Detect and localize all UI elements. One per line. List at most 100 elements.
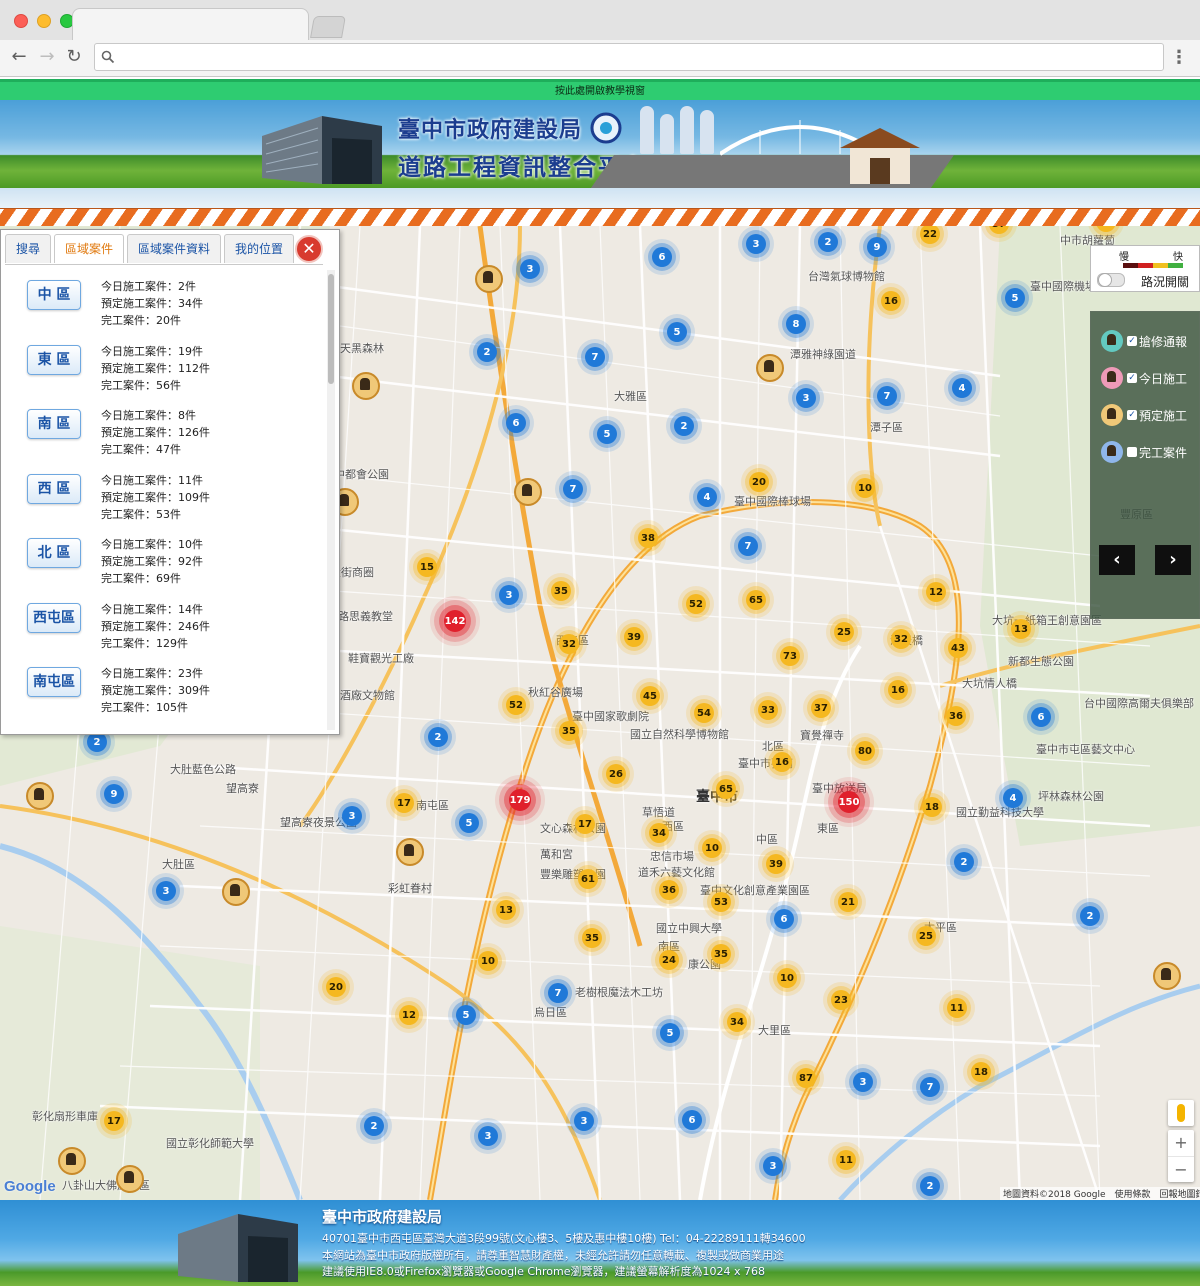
cluster-count[interactable]: 15 <box>417 557 437 577</box>
cluster-count[interactable]: 8 <box>786 314 806 334</box>
cluster-count[interactable]: 17 <box>394 793 414 813</box>
cluster-count[interactable]: 52 <box>686 594 706 614</box>
cluster-count[interactable]: 21 <box>838 892 858 912</box>
cluster-count[interactable]: 87 <box>796 1068 816 1088</box>
cluster-count[interactable]: 7 <box>877 386 897 406</box>
cluster-count[interactable]: 2 <box>818 232 838 252</box>
cluster-count[interactable]: 5 <box>456 1005 476 1025</box>
cluster-count[interactable]: 10 <box>855 478 875 498</box>
cluster-count[interactable]: 9 <box>104 784 124 804</box>
cluster-count[interactable]: 142 <box>444 610 466 632</box>
cluster-count[interactable]: 5 <box>667 322 687 342</box>
cluster-count[interactable]: 13 <box>1011 619 1031 639</box>
cluster-count[interactable]: 45 <box>640 686 660 706</box>
cluster-count[interactable]: 12 <box>399 1005 419 1025</box>
tab-district-case-data[interactable]: 區域案件資料 <box>127 234 222 263</box>
cluster-count[interactable]: 4 <box>1003 788 1023 808</box>
minimize-window-button[interactable] <box>37 14 51 28</box>
cluster-count[interactable]: 6 <box>506 413 526 433</box>
browser-tab[interactable] <box>72 8 309 41</box>
cluster-count[interactable]: 5 <box>597 424 617 444</box>
construction-marker-icon[interactable] <box>396 838 424 866</box>
cluster-count[interactable]: 36 <box>659 880 679 900</box>
cluster-count[interactable]: 65 <box>716 779 736 799</box>
cluster-count[interactable]: 11 <box>947 998 967 1018</box>
layer-checkbox[interactable]: ✓ <box>1127 336 1137 346</box>
cluster-count[interactable]: 7 <box>548 983 568 1003</box>
cluster-count[interactable]: 18 <box>971 1062 991 1082</box>
cluster-count[interactable]: 32 <box>559 634 579 654</box>
cluster-count[interactable]: 16 <box>772 752 792 772</box>
cluster-count[interactable]: 34 <box>727 1012 747 1032</box>
cluster-count[interactable]: 54 <box>694 703 714 723</box>
cluster-count[interactable]: 6 <box>774 909 794 929</box>
zoom-in-button[interactable]: + <box>1168 1130 1194 1157</box>
cluster-count[interactable]: 26 <box>606 764 626 784</box>
cluster-count[interactable]: 2 <box>954 852 974 872</box>
cluster-count[interactable]: 3 <box>574 1111 594 1131</box>
panel-scrollbar[interactable] <box>327 270 335 730</box>
cluster-count[interactable]: 7 <box>920 1077 940 1097</box>
district-button-north[interactable]: 北 區 <box>27 538 81 568</box>
scrollbar-thumb[interactable] <box>328 274 334 384</box>
cluster-count[interactable]: 24 <box>659 950 679 970</box>
close-window-button[interactable] <box>14 14 28 28</box>
layer-checkbox[interactable] <box>1127 447 1137 457</box>
layer-checkbox[interactable]: ✓ <box>1127 373 1137 383</box>
cluster-count[interactable]: 150 <box>838 791 860 813</box>
cluster-count[interactable]: 35 <box>711 944 731 964</box>
construction-marker-icon[interactable] <box>26 782 54 810</box>
map-attribution[interactable]: 地圖資料©2018 Google 使用條款 回報地圖錯誤 <box>1000 1187 1200 1200</box>
construction-marker-icon[interactable] <box>352 372 380 400</box>
cluster-count[interactable]: 38 <box>638 528 658 548</box>
cluster-count[interactable]: 32 <box>891 629 911 649</box>
tab-my-location[interactable]: 我的位置 <box>224 234 295 263</box>
cluster-count[interactable]: 5 <box>1005 288 1025 308</box>
cluster-count[interactable]: 73 <box>780 646 800 666</box>
cluster-count[interactable]: 4 <box>952 378 972 398</box>
zoom-out-button[interactable]: − <box>1168 1157 1194 1183</box>
layer-emergency-repair[interactable]: ✓ 搶修通報 <box>1101 328 1187 354</box>
cluster-count[interactable]: 3 <box>763 1156 783 1176</box>
cluster-count[interactable]: 3 <box>499 585 519 605</box>
cluster-count[interactable]: 3 <box>853 1072 873 1092</box>
cluster-count[interactable]: 36 <box>946 706 966 726</box>
cluster-count[interactable]: 3 <box>520 259 540 279</box>
back-arrow-icon[interactable]: ← <box>8 45 30 69</box>
tab-district-cases[interactable]: 區域案件 <box>54 234 125 263</box>
cluster-count[interactable]: 2 <box>674 416 694 436</box>
cluster-count[interactable]: 33 <box>758 700 778 720</box>
layer-today-construction[interactable]: ✓ 今日施工 <box>1101 365 1187 391</box>
cluster-count[interactable]: 35 <box>582 928 602 948</box>
cluster-count[interactable]: 9 <box>867 237 887 257</box>
cluster-count[interactable]: 61 <box>578 869 598 889</box>
cluster-count[interactable]: 34 <box>649 823 669 843</box>
layer-checkbox[interactable]: ✓ <box>1127 410 1137 420</box>
cluster-count[interactable]: 7 <box>563 479 583 499</box>
cluster-count[interactable]: 2 <box>87 732 107 752</box>
cluster-count[interactable]: 11 <box>836 1150 856 1170</box>
layer-completed-cases[interactable]: 完工案件 <box>1101 439 1187 465</box>
district-button-central[interactable]: 中 區 <box>27 280 81 310</box>
tab-search[interactable]: 搜尋 <box>5 234 52 263</box>
traffic-toggle[interactable] <box>1097 273 1125 287</box>
cluster-count[interactable]: 10 <box>478 951 498 971</box>
cluster-count[interactable]: 10 <box>702 838 722 858</box>
street-view-pegman-icon[interactable] <box>1168 1100 1194 1126</box>
district-button-nantun[interactable]: 南屯區 <box>27 667 81 697</box>
cluster-count[interactable]: 2 <box>1080 906 1100 926</box>
cluster-count[interactable]: 6 <box>682 1110 702 1130</box>
cluster-count[interactable]: 2 <box>364 1116 384 1136</box>
cluster-count[interactable]: 6 <box>1031 707 1051 727</box>
cluster-count[interactable]: 39 <box>766 854 786 874</box>
construction-marker-icon[interactable] <box>756 354 784 382</box>
district-button-south[interactable]: 南 區 <box>27 409 81 439</box>
cluster-count[interactable]: 35 <box>551 581 571 601</box>
cluster-count[interactable]: 3 <box>746 234 766 254</box>
cluster-count[interactable]: 12 <box>926 582 946 602</box>
cluster-count[interactable]: 35 <box>559 721 579 741</box>
cluster-count[interactable]: 16 <box>888 680 908 700</box>
cluster-count[interactable]: 4 <box>697 487 717 507</box>
cluster-count[interactable]: 3 <box>156 881 176 901</box>
cluster-count[interactable]: 2 <box>428 727 448 747</box>
